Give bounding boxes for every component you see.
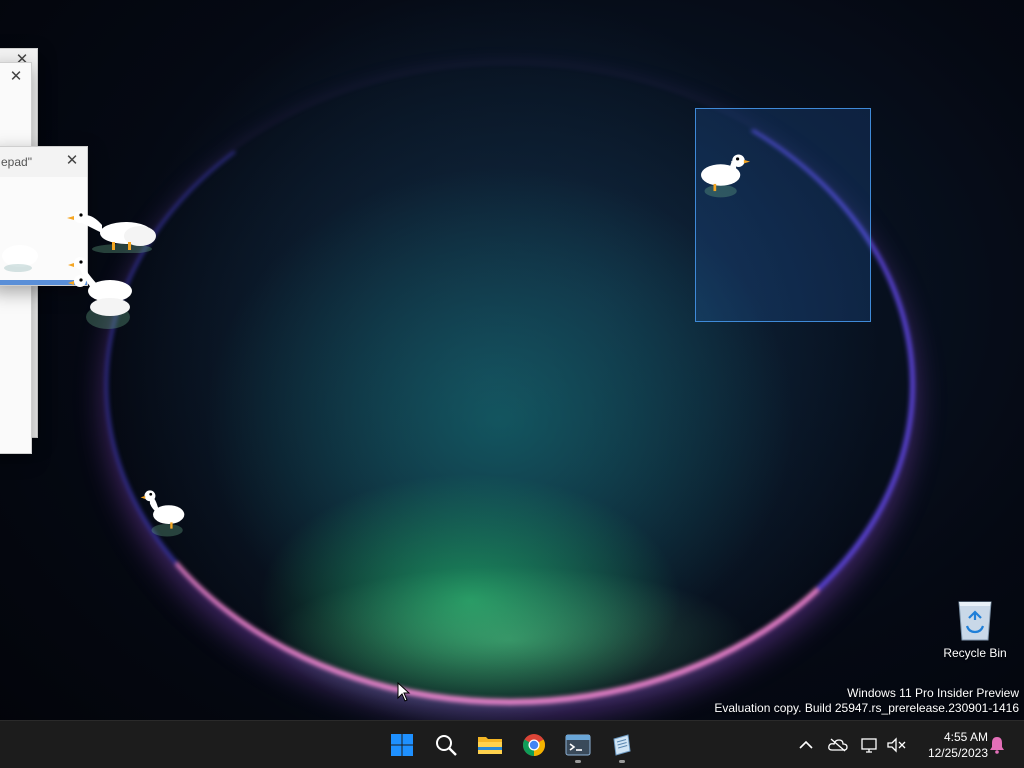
close-icon[interactable]: ✕ (63, 152, 81, 170)
close-icon[interactable]: ✕ (7, 68, 25, 86)
goose-icon (140, 490, 185, 537)
bell-icon (990, 737, 1004, 754)
notepad-button[interactable] (602, 725, 642, 765)
cloud-off-icon (828, 738, 848, 752)
clock[interactable]: 4:55 AM 12/25/2023 (912, 729, 988, 761)
evaluation-watermark: Windows 11 Pro Insider Preview Evaluatio… (714, 686, 1019, 716)
windows-logo-icon (391, 734, 413, 756)
file-explorer-button[interactable] (470, 725, 510, 765)
taskbar: 4:55 AM 12/25/2023 (0, 720, 1024, 768)
network-tray-button[interactable] (859, 733, 881, 757)
mouse-cursor-icon (397, 682, 411, 702)
clock-time: 4:55 AM (943, 730, 988, 744)
goose-icon (2, 245, 38, 272)
clock-date: 12/25/2023 (927, 746, 988, 760)
watermark-line-1: Windows 11 Pro Insider Preview (847, 686, 1019, 700)
desktop[interactable]: ✕ ✕ epad" ✕ Recycle Bin Windows 11 Pro I… (0, 0, 1024, 720)
desktop-selection-rectangle (695, 108, 871, 322)
chrome-icon (523, 734, 545, 756)
notifications-button[interactable] (986, 733, 1008, 757)
chrome-button[interactable] (514, 725, 554, 765)
chevron-up-icon (799, 740, 813, 749)
start-button[interactable] (382, 725, 422, 765)
goose-icon (68, 257, 132, 329)
network-icon (861, 738, 877, 753)
goose-icon (67, 211, 156, 253)
recycle-bin[interactable]: Recycle Bin (940, 596, 1010, 666)
onedrive-tray-button[interactable] (827, 733, 849, 757)
volume-tray-button[interactable] (885, 733, 907, 757)
terminal-icon (565, 734, 591, 756)
terminal-button[interactable] (558, 725, 598, 765)
folder-icon (478, 737, 502, 754)
goose-icon (701, 154, 751, 198)
show-hidden-icons-button[interactable] (795, 733, 817, 757)
notepad-icon (613, 734, 631, 756)
running-indicator (575, 760, 581, 763)
watermark-line-2: Evaluation copy. Build 25947.rs_prerelea… (714, 701, 1019, 715)
recycle-bin-icon (958, 601, 992, 641)
volume-muted-icon (887, 737, 906, 753)
running-indicator (619, 760, 625, 763)
recycle-bin-label: Recycle Bin (943, 646, 1007, 660)
search-icon (436, 735, 457, 756)
search-button[interactable] (426, 725, 466, 765)
